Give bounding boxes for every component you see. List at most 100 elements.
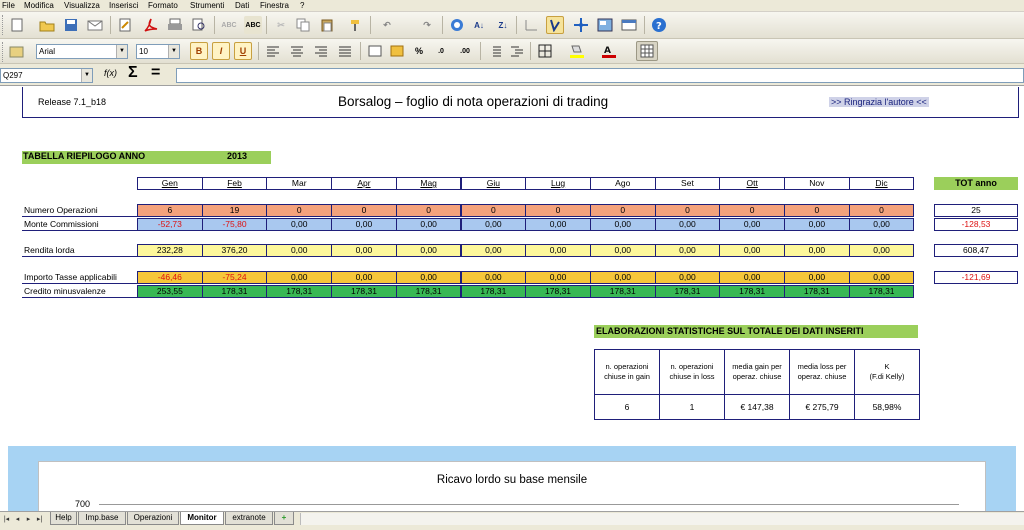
table-cell[interactable]: 0,00 bbox=[784, 271, 850, 284]
total-cell[interactable]: 25 bbox=[934, 204, 1018, 217]
table-cell[interactable]: 178,31 bbox=[460, 285, 527, 298]
last-sheet-icon[interactable]: ▸| bbox=[35, 514, 44, 525]
table-cell[interactable]: 178,31 bbox=[654, 285, 721, 298]
new-document-icon[interactable] bbox=[8, 16, 26, 34]
table-cell[interactable]: 0,00 bbox=[395, 244, 462, 257]
menu-file[interactable]: File bbox=[2, 0, 15, 11]
table-cell[interactable]: 0,00 bbox=[848, 218, 915, 231]
function-wizard-icon[interactable]: f(x) bbox=[104, 68, 117, 78]
navigator-icon[interactable] bbox=[572, 16, 590, 34]
font-color-icon[interactable]: A bbox=[600, 42, 618, 60]
print-icon[interactable] bbox=[166, 16, 184, 34]
chevron-down-icon[interactable]: ▼ bbox=[81, 69, 92, 82]
tab-extranote[interactable]: extranote bbox=[225, 512, 273, 525]
stats-value-cell[interactable]: € 147,38 bbox=[724, 394, 790, 420]
insert-chart-icon[interactable] bbox=[522, 16, 540, 34]
table-cell[interactable]: 178,31 bbox=[331, 285, 397, 298]
table-cell[interactable]: -75,24 bbox=[201, 271, 268, 284]
table-cell[interactable]: 0,00 bbox=[848, 244, 915, 257]
table-cell[interactable]: 0,00 bbox=[525, 218, 591, 231]
styles-formatting-icon[interactable] bbox=[8, 43, 26, 61]
table-cell[interactable]: 0,00 bbox=[654, 271, 721, 284]
menu-dati[interactable]: Dati bbox=[235, 0, 249, 11]
table-cell[interactable]: 0,00 bbox=[331, 244, 397, 257]
table-cell[interactable]: 376,20 bbox=[201, 244, 268, 257]
table-cell[interactable]: 0,00 bbox=[589, 218, 656, 231]
borders-icon[interactable] bbox=[536, 42, 554, 60]
table-cell[interactable]: 253,55 bbox=[137, 285, 203, 298]
name-box[interactable]: Q297 ▼ bbox=[0, 68, 93, 83]
paste-icon[interactable] bbox=[318, 16, 336, 34]
table-cell[interactable]: 178,31 bbox=[589, 285, 656, 298]
table-cell[interactable]: 0,00 bbox=[589, 271, 656, 284]
sort-ascending-icon[interactable]: A↓ bbox=[470, 16, 488, 34]
menu-modifica[interactable]: Modifica bbox=[24, 0, 54, 11]
menu-visualizza[interactable]: Visualizza bbox=[64, 0, 100, 11]
tab-operazioni[interactable]: Operazioni bbox=[127, 512, 179, 525]
print-preview-icon[interactable] bbox=[190, 16, 208, 34]
table-cell[interactable]: 0,00 bbox=[589, 244, 656, 257]
table-cell[interactable]: 178,31 bbox=[266, 285, 333, 298]
sum-icon[interactable]: Σ bbox=[128, 64, 138, 82]
table-cell[interactable]: 0 bbox=[848, 204, 915, 217]
table-cell[interactable]: 0,00 bbox=[266, 244, 333, 257]
table-cell[interactable]: 0,00 bbox=[331, 218, 397, 231]
stats-value-cell[interactable]: 1 bbox=[659, 394, 725, 420]
tab-help[interactable]: Help bbox=[50, 512, 77, 525]
table-cell[interactable]: 6 bbox=[137, 204, 203, 217]
align-left-icon[interactable] bbox=[264, 42, 282, 60]
table-cell[interactable]: 0,00 bbox=[266, 271, 333, 284]
menu-help[interactable]: ? bbox=[300, 0, 304, 11]
next-sheet-icon[interactable]: ▸ bbox=[24, 514, 33, 525]
table-cell[interactable]: 0,00 bbox=[654, 218, 721, 231]
table-cell[interactable]: -52,73 bbox=[137, 218, 203, 231]
thanks-link[interactable]: >> Ringrazia l'autore << bbox=[829, 97, 929, 107]
merge-cells-icon[interactable] bbox=[366, 42, 384, 60]
help-icon[interactable]: ? bbox=[650, 16, 668, 34]
bold-button[interactable]: B bbox=[190, 42, 208, 60]
stats-value-cell[interactable]: 58,98% bbox=[854, 394, 920, 420]
menu-strumenti[interactable]: Strumenti bbox=[190, 0, 224, 11]
edit-file-icon[interactable] bbox=[116, 16, 134, 34]
open-folder-icon[interactable] bbox=[38, 16, 56, 34]
table-cell[interactable]: 0,00 bbox=[848, 271, 915, 284]
chart-frame[interactable]: Ricavo lordo su base mensile 700 bbox=[38, 461, 986, 511]
datasources-icon[interactable] bbox=[620, 16, 638, 34]
justify-icon[interactable] bbox=[336, 42, 354, 60]
font-name-combo[interactable]: Arial ▼ bbox=[36, 44, 128, 59]
table-cell[interactable]: 232,28 bbox=[137, 244, 203, 257]
table-cell[interactable]: 0,00 bbox=[331, 271, 397, 284]
table-cell[interactable]: 0,00 bbox=[525, 244, 591, 257]
autospell-icon[interactable]: ABC bbox=[244, 16, 262, 34]
table-cell[interactable]: 0,00 bbox=[266, 218, 333, 231]
table-cell[interactable]: 0,00 bbox=[525, 271, 591, 284]
show-draw-functions-icon[interactable] bbox=[546, 16, 564, 34]
table-cell[interactable]: 0 bbox=[719, 204, 785, 217]
table-cell[interactable]: 0,00 bbox=[395, 271, 462, 284]
grid-toggle-icon[interactable] bbox=[636, 41, 658, 61]
toolbar-grip[interactable] bbox=[2, 42, 5, 62]
tab-imp-base[interactable]: Imp.base bbox=[78, 512, 126, 525]
background-color-icon[interactable] bbox=[568, 42, 586, 60]
table-cell[interactable]: 0,00 bbox=[460, 218, 527, 231]
hyperlink-icon[interactable] bbox=[448, 16, 466, 34]
underline-button[interactable]: U bbox=[234, 42, 252, 60]
table-cell[interactable]: 0,00 bbox=[719, 218, 785, 231]
tab-monitor[interactable]: Monitor bbox=[180, 512, 224, 525]
table-cell[interactable]: 0,00 bbox=[719, 244, 785, 257]
increase-indent-icon[interactable] bbox=[508, 42, 526, 60]
total-cell[interactable]: -121,69 bbox=[934, 271, 1018, 284]
table-cell[interactable]: 0,00 bbox=[460, 244, 527, 257]
cut-icon[interactable]: ✂ bbox=[272, 16, 290, 34]
table-cell[interactable]: 178,31 bbox=[719, 285, 785, 298]
undo-icon[interactable]: ↶ bbox=[378, 16, 396, 34]
chevron-down-icon[interactable]: ▼ bbox=[168, 45, 179, 58]
delete-decimal-icon[interactable]: .00 bbox=[456, 42, 474, 60]
table-cell[interactable]: 0 bbox=[784, 204, 850, 217]
redo-icon[interactable]: ↷ bbox=[418, 16, 436, 34]
save-icon[interactable] bbox=[62, 16, 80, 34]
table-cell[interactable]: 0,00 bbox=[719, 271, 785, 284]
menu-inserisci[interactable]: Inserisci bbox=[109, 0, 138, 11]
table-cell[interactable]: -75,80 bbox=[201, 218, 268, 231]
table-cell[interactable]: 0 bbox=[266, 204, 333, 217]
